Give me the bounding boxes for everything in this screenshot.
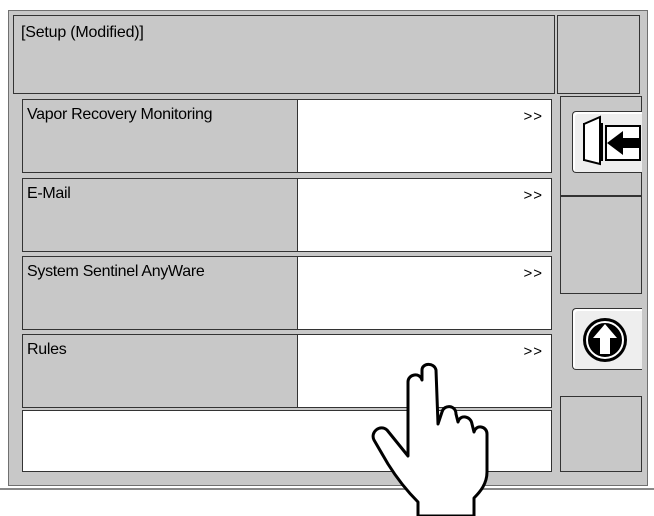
row-label-cell: System Sentinel AnyWare bbox=[23, 257, 298, 329]
title-bar: [Setup (Modified)] bbox=[13, 15, 555, 94]
menu-row-email[interactable]: E-Mail >> bbox=[22, 178, 552, 252]
menu-row-vapor-recovery-monitoring[interactable]: Vapor Recovery Monitoring >> bbox=[22, 99, 552, 173]
row-label-cell: Vapor Recovery Monitoring bbox=[23, 100, 298, 172]
bottom-border bbox=[0, 488, 654, 490]
row-arrow[interactable]: >> bbox=[523, 265, 543, 282]
side-panel-middle bbox=[560, 196, 642, 294]
row-value-cell[interactable]: >> bbox=[298, 179, 551, 251]
row-label-cell: Rules bbox=[23, 335, 298, 407]
row-arrow[interactable]: >> bbox=[523, 108, 543, 125]
menu-row-system-sentinel-anyware[interactable]: System Sentinel AnyWare >> bbox=[22, 256, 552, 330]
row-label: Rules bbox=[27, 341, 67, 358]
scroll-up-button[interactable] bbox=[572, 308, 642, 370]
exit-button[interactable] bbox=[572, 111, 642, 173]
row-value-cell[interactable]: >> bbox=[298, 257, 551, 329]
row-arrow[interactable]: >> bbox=[523, 343, 543, 360]
row-value-cell[interactable]: >> bbox=[298, 100, 551, 172]
row-arrow[interactable]: >> bbox=[523, 187, 543, 204]
page-title: [Setup (Modified)] bbox=[21, 24, 144, 41]
row-label: E-Mail bbox=[27, 185, 71, 202]
up-arrow-icon bbox=[583, 318, 627, 362]
hand-pointer-icon bbox=[371, 362, 489, 516]
side-panel-lower bbox=[560, 396, 642, 472]
side-top-panel bbox=[557, 15, 640, 94]
row-label: Vapor Recovery Monitoring bbox=[27, 106, 213, 123]
row-label-cell: E-Mail bbox=[23, 179, 298, 251]
row-label: System Sentinel AnyWare bbox=[27, 263, 205, 280]
exit-icon bbox=[583, 115, 641, 166]
